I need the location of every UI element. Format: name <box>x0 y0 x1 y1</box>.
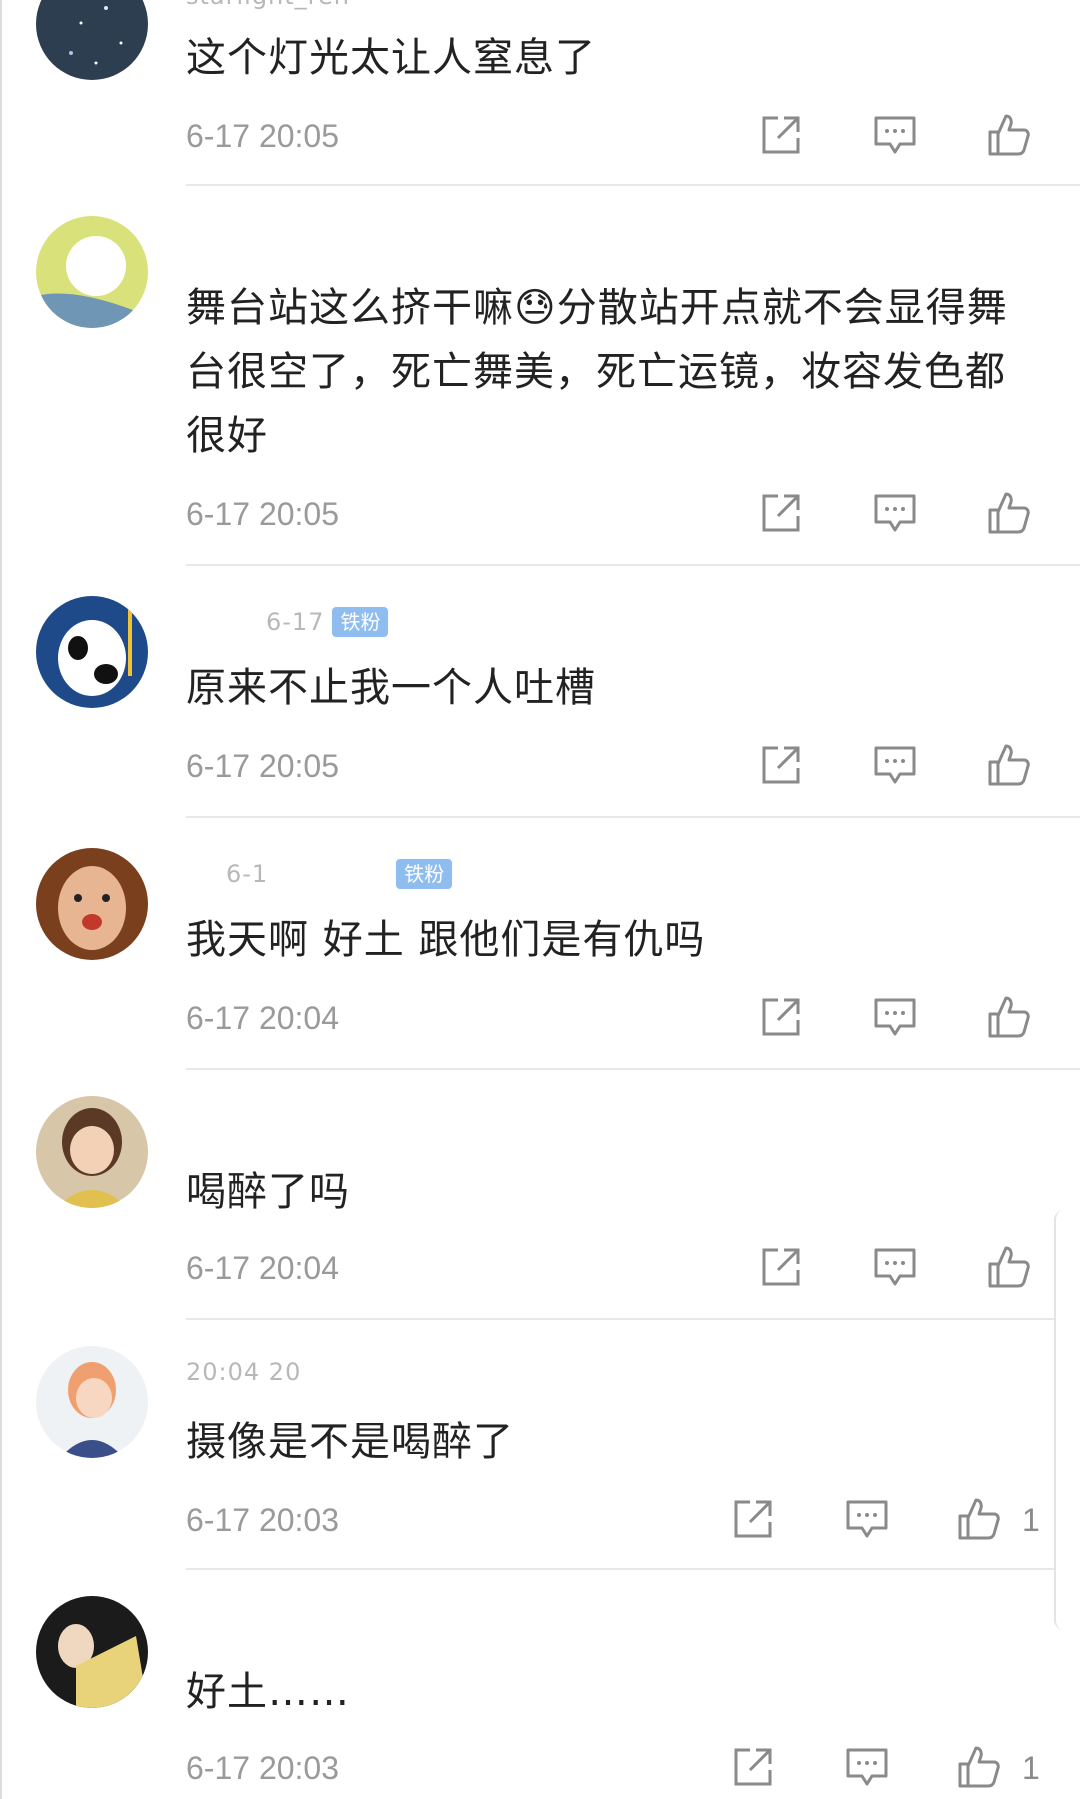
reply-button[interactable] <box>872 112 918 158</box>
timestamp: 6-17 20:05 <box>186 496 340 532</box>
timestamp: 6-17 20:04 <box>186 1000 340 1036</box>
like-button[interactable] <box>986 1244 1032 1290</box>
avatar[interactable] <box>36 1096 148 1208</box>
comment-text: 我天啊 好土 跟他们是有仇吗 <box>186 917 706 963</box>
avatar[interactable] <box>36 1596 148 1708</box>
comment-icon <box>846 1748 888 1786</box>
share-icon <box>762 116 800 154</box>
divider <box>186 1068 1080 1070</box>
comment-text: 舞台站这么挤干嘛😓分散站开点就不会显得舞台很空了，死亡舞美，死亡运镜，妆容发色都… <box>186 285 1008 459</box>
comment-icon <box>874 998 916 1036</box>
like-button[interactable] <box>956 1744 1002 1790</box>
scrollbar[interactable] <box>1054 1210 1080 1630</box>
share-button[interactable] <box>730 1496 776 1542</box>
fan-badge: 铁粉 <box>332 607 389 637</box>
timestamp: 6-17 20:05 <box>186 118 340 154</box>
reply-button[interactable] <box>872 994 918 1040</box>
divider <box>186 184 1080 186</box>
divider <box>186 1318 1080 1320</box>
comment-icon <box>874 494 916 532</box>
reply-button[interactable] <box>872 742 918 788</box>
comment-text: 这个灯光太让人窒息了 <box>186 35 596 81</box>
username[interactable]: starlight_ren <box>186 0 350 10</box>
username[interactable]: 20:04 20 <box>186 1358 301 1386</box>
share-button[interactable] <box>730 1744 776 1790</box>
like-count: 1 <box>1022 1750 1040 1786</box>
avatar[interactable] <box>36 848 148 960</box>
timestamp: 6-17 20:04 <box>186 1250 340 1286</box>
share-icon <box>762 1248 800 1286</box>
thumbs-up-icon <box>988 114 1030 156</box>
share-button[interactable] <box>758 994 804 1040</box>
username-row: 6-17 铁粉 <box>186 602 389 642</box>
username-row: 20:04 20 <box>186 1352 301 1392</box>
thumbs-up-icon <box>988 996 1030 1038</box>
share-button[interactable] <box>758 742 804 788</box>
divider <box>186 564 1080 566</box>
thumbs-up-icon <box>958 1498 1000 1540</box>
comment-icon <box>874 116 916 154</box>
like-button[interactable] <box>986 112 1032 158</box>
reply-button[interactable] <box>872 490 918 536</box>
username[interactable]: 6-17 <box>266 608 324 636</box>
like-count: 1 <box>1022 1502 1040 1538</box>
comment-text: 好土…… <box>186 1669 350 1715</box>
fan-badge: 铁粉 <box>396 859 453 889</box>
like-button[interactable] <box>986 742 1032 788</box>
share-icon <box>762 998 800 1036</box>
comment-feed: starlight_ren 这个灯光太让人窒息了 6-17 20:05 舞台站这… <box>0 0 1080 1799</box>
reply-button[interactable] <box>844 1744 890 1790</box>
username-row: starlight_ren <box>186 0 350 16</box>
thumbs-up-icon <box>958 1746 1000 1788</box>
reply-button[interactable] <box>872 1244 918 1290</box>
comment-icon <box>846 1500 888 1538</box>
divider <box>186 816 1080 818</box>
avatar[interactable] <box>36 1346 148 1458</box>
share-icon <box>734 1500 772 1538</box>
comment-text: 原来不止我一个人吐槽 <box>186 665 596 711</box>
username[interactable]: 6-1 <box>226 860 268 888</box>
comment-text: 喝醉了吗 <box>186 1169 350 1215</box>
left-edge-line <box>0 0 2 1799</box>
avatar[interactable] <box>36 216 148 328</box>
timestamp: 6-17 20:03 <box>186 1750 340 1786</box>
like-button[interactable] <box>986 994 1032 1040</box>
comment-text: 摄像是不是喝醉了 <box>186 1419 514 1465</box>
comment-icon <box>874 1248 916 1286</box>
thumbs-up-icon <box>988 1246 1030 1288</box>
username-row: 6-1 铁粉 <box>186 854 453 894</box>
reply-button[interactable] <box>844 1496 890 1542</box>
thumbs-up-icon <box>988 744 1030 786</box>
timestamp: 6-17 20:05 <box>186 748 340 784</box>
avatar[interactable] <box>36 0 148 80</box>
share-icon <box>762 746 800 784</box>
share-button[interactable] <box>758 1244 804 1290</box>
like-button[interactable] <box>956 1496 1002 1542</box>
share-icon <box>762 494 800 532</box>
like-button[interactable] <box>986 490 1032 536</box>
share-button[interactable] <box>758 112 804 158</box>
comment-icon <box>874 746 916 784</box>
divider <box>186 1568 1080 1570</box>
share-icon <box>734 1748 772 1786</box>
share-button[interactable] <box>758 490 804 536</box>
thumbs-up-icon <box>988 492 1030 534</box>
avatar[interactable] <box>36 596 148 708</box>
timestamp: 6-17 20:03 <box>186 1502 340 1538</box>
